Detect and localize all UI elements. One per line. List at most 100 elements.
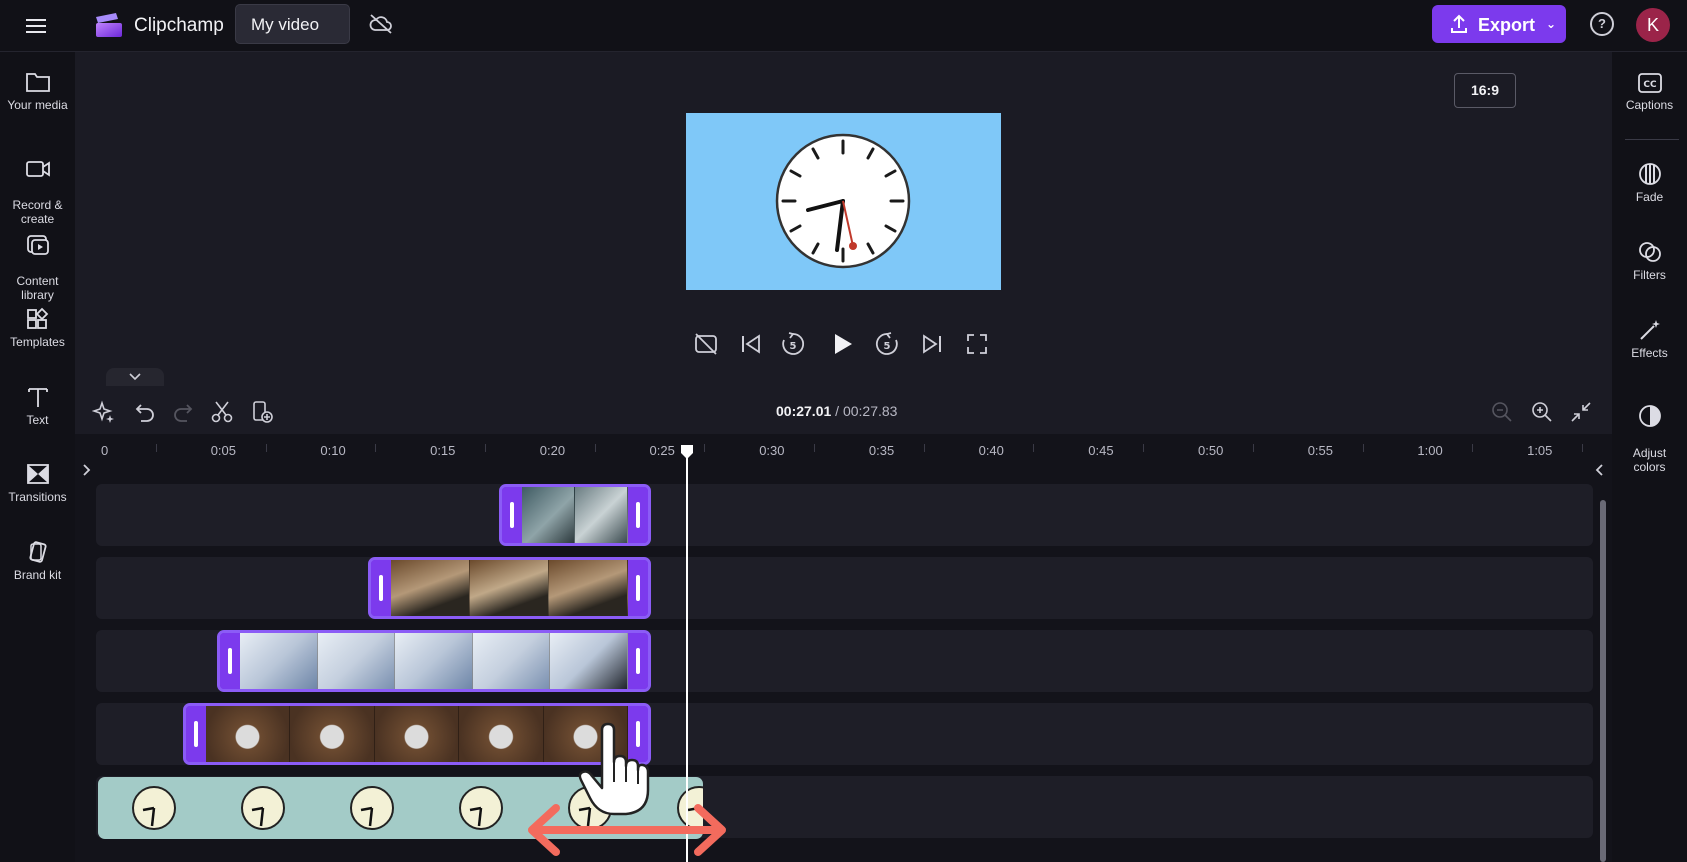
trim-handle-right[interactable]	[628, 560, 648, 616]
clock-thumbnail-icon	[241, 786, 285, 830]
avatar[interactable]: K	[1636, 8, 1670, 42]
skip-to-end-icon[interactable]	[919, 331, 945, 357]
chevron-down-icon: ⌄	[1546, 17, 1557, 31]
trim-handle-left[interactable]	[371, 560, 391, 616]
clock-frame	[775, 133, 911, 269]
video-clip-keyboard-charts[interactable]	[217, 630, 651, 692]
sidebar-item-label: Templates	[10, 335, 65, 349]
fit-timeline-icon[interactable]	[1569, 400, 1593, 424]
ruler-label: 0:05	[210, 443, 236, 458]
trim-handle-left[interactable]	[502, 487, 522, 543]
scissors-icon[interactable]	[210, 400, 234, 424]
sidebar-item-effects[interactable]: Effects	[1612, 318, 1687, 360]
skip-to-start-icon[interactable]	[738, 331, 764, 357]
ruler-tick	[484, 444, 486, 452]
magic-sparkle-icon[interactable]	[92, 400, 116, 424]
ruler-label: 0:30	[759, 443, 785, 458]
timeline-scrollbar[interactable]	[1600, 500, 1606, 862]
templates-icon	[26, 307, 48, 329]
ruler-label: 0:40	[978, 443, 1004, 458]
video-clip-laptop-typing[interactable]	[368, 557, 651, 619]
ruler-label: 0:15	[430, 443, 456, 458]
trim-handle-left[interactable]	[220, 633, 240, 689]
help-icon[interactable]: ?	[1590, 12, 1614, 36]
divider	[1625, 139, 1679, 140]
captions-icon: CC	[1637, 73, 1662, 93]
zoom-in-icon[interactable]	[1530, 400, 1554, 424]
video-title-input[interactable]: My video	[235, 4, 350, 44]
sidebar-item-filters[interactable]: Filters	[1612, 240, 1687, 282]
fullscreen-icon[interactable]	[964, 331, 990, 357]
sidebar-item-record-create[interactable]: Record & create	[0, 144, 75, 226]
current-time: 00:27.01	[776, 403, 832, 419]
sidebar-item-text[interactable]: Text	[0, 385, 75, 427]
sidebar-item-captions[interactable]: CC Captions	[1612, 72, 1687, 112]
ruler-tick	[1033, 444, 1035, 452]
ruler-tick	[1581, 444, 1583, 452]
sidebar-item-label: Your media	[7, 98, 68, 112]
sidebar-item-transitions[interactable]: Transitions	[0, 462, 75, 504]
play-icon[interactable]	[829, 331, 855, 357]
captions-off-icon[interactable]	[693, 331, 719, 357]
sidebar-item-adjust-colors[interactable]: Adjust colors	[1612, 390, 1687, 474]
sidebar-item-label: Filters	[1633, 268, 1666, 282]
chevron-right-icon[interactable]	[80, 460, 94, 480]
trim-handle-right[interactable]	[628, 633, 648, 689]
ruler-label: 0:55	[1307, 443, 1333, 458]
export-button[interactable]: Export ⌄	[1432, 5, 1566, 43]
sidebar-item-brand-kit[interactable]: Brand kit	[0, 540, 75, 582]
chevron-left-icon[interactable]	[1592, 460, 1606, 480]
clip-thumbnails	[206, 706, 629, 762]
brand-name: Clipchamp	[134, 15, 224, 36]
chevron-down-icon	[129, 373, 141, 381]
aspect-ratio-button[interactable]: 16:9	[1454, 73, 1516, 108]
effects-icon	[1639, 320, 1660, 340]
ruler-tick	[704, 444, 706, 452]
ruler-label: 1:00	[1417, 443, 1443, 458]
ruler-tick	[594, 444, 596, 452]
trim-handle-right[interactable]	[628, 487, 648, 543]
sidebar-item-label: Effects	[1631, 346, 1668, 360]
rewind-5-icon[interactable]: 5	[780, 331, 806, 357]
clip-thumbnails	[240, 633, 628, 689]
ruler-tick	[1362, 444, 1364, 452]
video-preview-canvas[interactable]	[686, 113, 1001, 290]
track-2[interactable]	[96, 557, 1593, 619]
ruler-label: 0:25	[649, 443, 675, 458]
clipchamp-logo-icon	[96, 13, 122, 37]
sidebar-item-label: Captions	[1625, 98, 1674, 112]
sidebar-item-label: Content library	[16, 274, 59, 302]
fade-icon	[1638, 163, 1661, 185]
time-separator: /	[831, 403, 843, 419]
sidebar-item-label: Brand kit	[13, 568, 62, 582]
ruler-label: 0	[101, 443, 109, 458]
trim-handle-left[interactable]	[186, 706, 206, 762]
playhead-handle-icon[interactable]	[680, 444, 694, 460]
collapse-timeline-tab[interactable]	[106, 368, 164, 386]
redo-icon[interactable]	[171, 400, 195, 424]
library-icon	[26, 235, 49, 255]
undo-icon[interactable]	[133, 400, 157, 424]
ruler-label: 0:35	[868, 443, 895, 458]
clip-thumbnails	[522, 487, 628, 543]
add-to-clip-icon[interactable]	[250, 400, 274, 424]
video-camera-icon	[25, 161, 50, 177]
ruler-tick	[265, 444, 267, 452]
sidebar-item-label: Adjust colors	[1632, 446, 1667, 474]
total-time: 00:27.83	[842, 403, 898, 419]
text-icon	[27, 388, 48, 407]
forward-5-icon[interactable]: 5	[874, 331, 900, 357]
track-1[interactable]	[96, 484, 1593, 546]
ruler-label: 0:45	[1088, 443, 1114, 458]
svg-text:5: 5	[790, 341, 797, 352]
zoom-out-icon[interactable]	[1490, 400, 1514, 424]
sidebar-item-content-library[interactable]: Content library	[0, 220, 75, 302]
ruler-tick	[375, 444, 377, 452]
menu-icon[interactable]	[24, 14, 48, 38]
adjust-colors-icon	[1638, 405, 1661, 427]
video-clip-street[interactable]	[499, 484, 651, 546]
sidebar-item-templates[interactable]: Templates	[0, 307, 75, 349]
sidebar-item-fade[interactable]: Fade	[1612, 162, 1687, 204]
sidebar-item-your-media[interactable]: Your media	[0, 70, 75, 112]
cloud-sync-off-icon[interactable]	[368, 12, 394, 36]
